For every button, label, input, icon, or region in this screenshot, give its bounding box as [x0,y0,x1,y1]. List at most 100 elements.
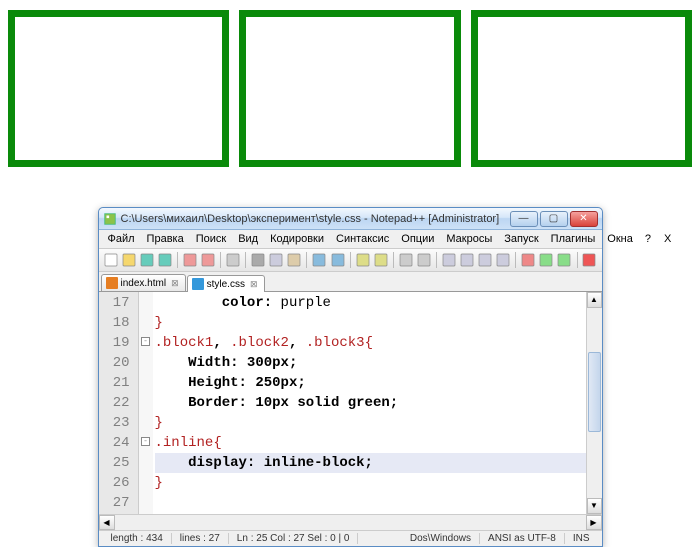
open-button[interactable] [121,251,137,269]
find-button[interactable] [354,251,370,269]
tab-label: index.html [121,278,167,289]
code-line[interactable] [155,493,586,513]
close-button[interactable] [182,251,198,269]
code-line[interactable]: Height: 250px; [155,373,586,393]
wrap-button[interactable] [441,251,457,269]
code-line[interactable]: } [155,473,586,493]
print-button[interactable] [225,251,241,269]
line-number: 26 [99,473,130,493]
menu-item-2[interactable]: Поиск [191,232,231,246]
playrec-button[interactable] [556,251,572,269]
tab-index-html[interactable]: index.html ⊠ [101,274,186,291]
menu-item-9[interactable]: Плагины [546,232,601,246]
maximize-button[interactable]: ▢ [540,211,568,227]
indent-button[interactable] [477,251,493,269]
code-line[interactable]: color: purple [155,293,586,313]
fold-cell[interactable]: - [139,432,153,452]
fold-toggle-icon[interactable]: - [141,437,150,446]
menu-item-4[interactable]: Кодировки [265,232,329,246]
fold-cell[interactable]: - [139,332,153,352]
macro-button[interactable] [520,251,536,269]
zoomin-button[interactable] [398,251,414,269]
undo-icon [312,253,326,267]
code-line[interactable]: } [155,313,586,333]
scroll-left-arrow-icon[interactable]: ◀ [99,515,115,530]
tab-close-icon[interactable]: ⊠ [171,278,179,289]
code-line[interactable]: .block1, .block2, .block3{ [155,333,586,353]
closeall-button[interactable] [200,251,216,269]
scroll-up-arrow-icon[interactable]: ▲ [587,292,602,308]
play-button[interactable] [538,251,554,269]
playrec-icon [557,253,571,267]
demo-block-3 [471,10,692,167]
scroll-thumb[interactable] [588,352,601,432]
menu-item-3[interactable]: Вид [233,232,263,246]
fold-cell [139,292,153,312]
toolbar-separator [436,252,437,268]
saveall-button[interactable] [157,251,173,269]
redo-button[interactable] [329,251,345,269]
menu-item-0[interactable]: Файл [103,232,140,246]
minimize-button[interactable]: — [510,211,538,227]
toolbar-separator [177,252,178,268]
status-insert-mode: INS [565,533,598,544]
copy-icon [269,253,283,267]
line-number-gutter: 1718192021222324252627 [99,292,139,514]
cut-icon [251,253,265,267]
zoomout-button[interactable] [416,251,432,269]
code-line[interactable]: Border: 10px solid green; [155,393,586,413]
html-file-icon [106,277,118,289]
editor: 1718192021222324252627 - - color: purple… [99,292,602,514]
toolbar-separator [515,252,516,268]
tab-style-css[interactable]: style.css ⊠ [187,275,265,292]
menu-close-x[interactable]: X [658,232,677,246]
fold-cell [139,312,153,332]
code-line[interactable]: } [155,413,586,433]
menu-item-11[interactable]: ? [640,232,656,246]
vertical-scrollbar[interactable]: ▲ ▼ [586,292,602,514]
copy-button[interactable] [268,251,284,269]
toolbar-separator [306,252,307,268]
zoomout-icon [417,253,431,267]
lang-button[interactable] [495,251,511,269]
menu-item-1[interactable]: Правка [142,232,189,246]
menu-item-6[interactable]: Опции [396,232,439,246]
undo-button[interactable] [311,251,327,269]
play-icon [539,253,553,267]
fold-cell [139,392,153,412]
horizontal-scrollbar[interactable]: ◀ ▶ [99,514,602,530]
line-number: 25 [99,453,130,473]
zoomin-icon [399,253,413,267]
new-button[interactable] [103,251,119,269]
menu-item-8[interactable]: Запуск [499,232,543,246]
code-line[interactable]: .inline{ [155,433,586,453]
toolbar-separator [577,252,578,268]
status-lines: lines : 27 [172,533,229,544]
menu-item-7[interactable]: Макросы [441,232,497,246]
fold-toggle-icon[interactable]: - [141,337,150,346]
rec-button[interactable] [581,251,597,269]
toolbar-separator [350,252,351,268]
toolbar [99,248,602,272]
replace-button[interactable] [373,251,389,269]
close-icon [183,253,197,267]
menu-item-5[interactable]: Синтаксис [331,232,394,246]
close-button[interactable]: ✕ [570,211,598,227]
chars-button[interactable] [459,251,475,269]
wrap-icon [442,253,456,267]
cut-button[interactable] [250,251,266,269]
titlebar[interactable]: C:\Users\михаил\Desktop\эксперимент\styl… [99,208,602,230]
tab-close-icon[interactable]: ⊠ [250,279,258,290]
tab-label: style.css [207,279,245,290]
scroll-right-arrow-icon[interactable]: ▶ [586,515,602,530]
menu-item-10[interactable]: Окна [602,232,638,246]
line-number: 23 [99,413,130,433]
fold-cell [139,452,153,472]
code-line[interactable]: Width: 300px; [155,353,586,373]
code-area[interactable]: color: purple}.block1, .block2, .block3{… [153,292,586,514]
code-line[interactable]: display: inline-block; [155,453,586,473]
demo-output [0,0,700,177]
save-button[interactable] [139,251,155,269]
paste-button[interactable] [286,251,302,269]
scroll-down-arrow-icon[interactable]: ▼ [587,498,602,514]
